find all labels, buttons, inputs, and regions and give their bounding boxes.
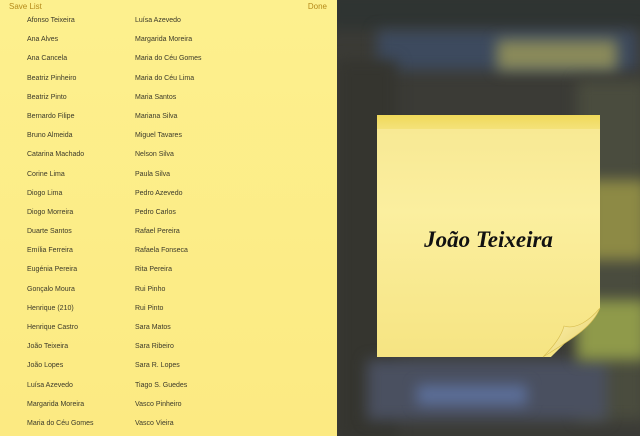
name-list-item[interactable]: Henrique Castro [27,318,127,337]
name-list-item[interactable]: Corine Lima [27,165,127,184]
name-list-item[interactable]: João Lopes [27,356,127,375]
sticky-note-tape [377,115,600,129]
name-list-item[interactable]: Pedro Carlos [135,203,275,222]
name-list-item[interactable]: Diogo Lima [27,184,127,203]
name-list-item[interactable]: Paula Silva [135,165,275,184]
name-list-item[interactable]: Margarida Moreira [27,395,127,414]
name-list-item[interactable]: Eugénia Pereira [27,260,127,279]
name-list-item[interactable]: Diogo Morreira [27,203,127,222]
name-list-item[interactable]: Tiago S. Guedes [135,376,275,395]
name-list-item[interactable]: Rui Pinho [135,280,275,299]
name-list-item[interactable]: Luísa Azevedo [27,376,127,395]
name-list-item[interactable]: Beatriz Pinto [27,88,127,107]
name-list-item[interactable]: Miguel Tavares [135,126,275,145]
name-list-item[interactable]: Maria Santos [135,88,275,107]
name-list-item[interactable]: Maria do Céu Gomes [27,414,127,433]
name-list-item[interactable]: Sara R. Lopes [135,356,275,375]
name-list-item[interactable]: Afonso Teixeira [27,11,127,30]
name-list-item[interactable]: Rafael Pereira [135,222,275,241]
name-list-item[interactable]: Henrique (210) [27,299,127,318]
name-list-item[interactable]: Bernardo Filipe [27,107,127,126]
name-list-item[interactable]: João Teixeira [27,337,127,356]
name-list-item[interactable]: Sara Ribeiro [135,337,275,356]
name-list-item[interactable]: Rafaela Fonseca [135,241,275,260]
name-list-item[interactable]: Duarte Santos [27,222,127,241]
name-list-item[interactable]: Ana Cancela [27,49,127,68]
name-list-item[interactable]: Bruno Almeida [27,126,127,145]
name-list-item[interactable]: Beatriz Pinheiro [27,69,127,88]
name-list-item[interactable]: Gonçalo Moura [27,280,127,299]
save-list-button[interactable]: Save List [9,2,42,11]
name-list-item[interactable]: Mariana Silva [135,107,275,126]
name-list-item[interactable]: Rui Pinto [135,299,275,318]
name-list-item[interactable]: Ana Alves [27,30,127,49]
name-list-item[interactable]: Maria do Céu Gomes [135,49,275,68]
name-list-item[interactable]: Vasco Vieira [135,414,275,433]
name-column-left: Afonso Teixeira Ana Alves Ana Cancela Beatr… [27,11,127,433]
name-list-item[interactable]: Margarida Moreira [135,30,275,49]
done-button[interactable]: Done [308,2,327,11]
name-list-item[interactable]: Sara Matos [135,318,275,337]
name-list-item[interactable]: Rita Pereira [135,260,275,279]
name-list-item[interactable]: Vasco Pinheiro [135,395,275,414]
name-column-right: Luísa Azevedo Margarida Moreira Maria do C… [135,11,275,433]
name-list-item[interactable]: Luísa Azevedo [135,11,275,30]
name-list-item[interactable]: Maria do Céu Lima [135,69,275,88]
name-list-item[interactable]: Pedro Azevedo [135,184,275,203]
page-curl-icon [542,307,601,358]
name-list-panel: Save List Done Afonso Teixeira Ana Alves A… [0,0,337,436]
name-list-item[interactable]: Emília Ferreira [27,241,127,260]
name-list-item[interactable]: Nelson Silva [135,145,275,164]
selected-name: João Teixeira [424,227,553,252]
name-list-item[interactable]: Catarina Machado [27,145,127,164]
